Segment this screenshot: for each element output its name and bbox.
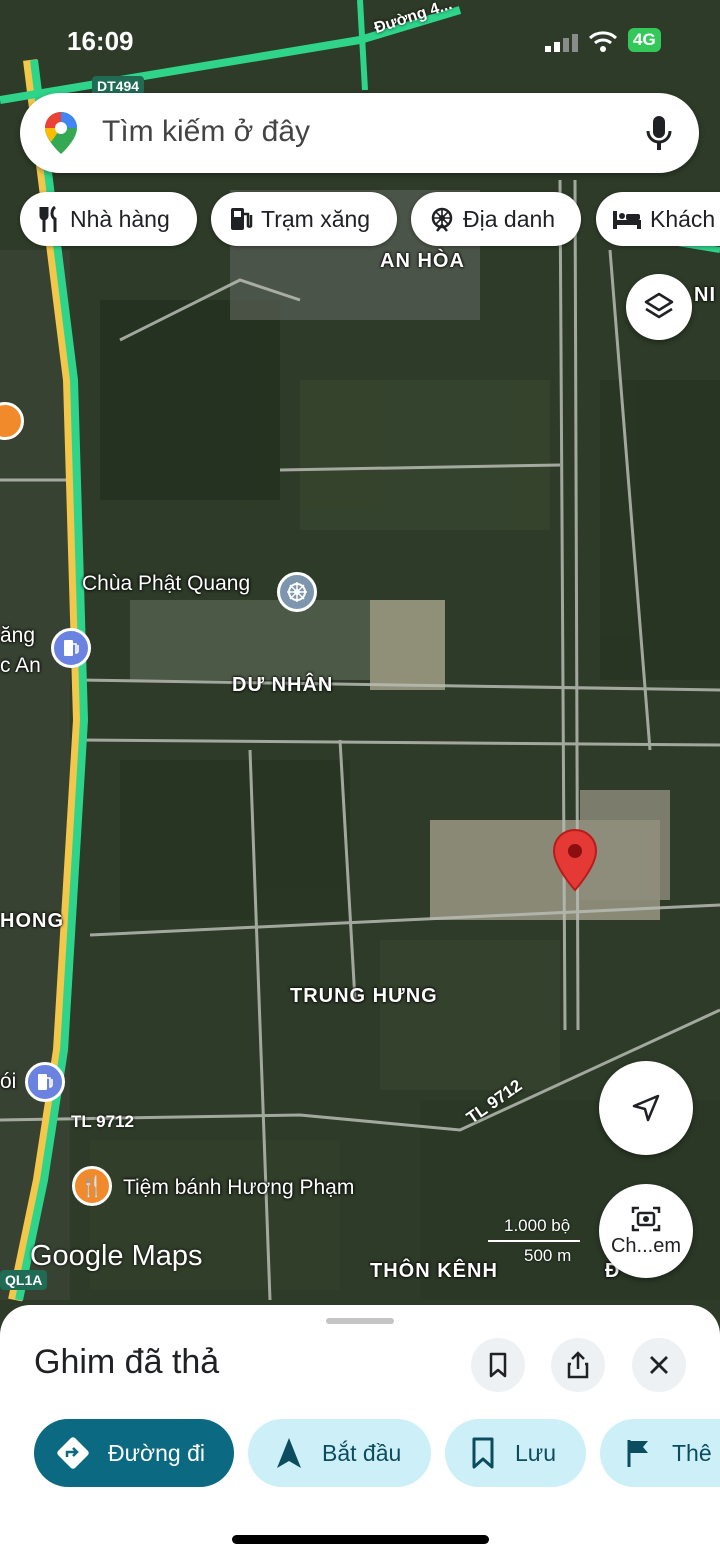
- google-maps-pin-icon: [45, 112, 77, 154]
- place-ni: NI: [694, 284, 716, 306]
- chip-landmarks-label: Địa danh: [463, 205, 556, 232]
- search-bar[interactable]: Tìm kiếm ở đây: [20, 93, 699, 173]
- camera-lens-icon: [631, 1206, 661, 1231]
- sheet-title: Ghim đã thả: [34, 1343, 220, 1381]
- place-trung-hung: TRUNG HƯNG: [290, 985, 438, 1007]
- bookmark-icon: [472, 1437, 494, 1469]
- layers-button[interactable]: [626, 274, 692, 340]
- restaurant-marker-icon[interactable]: 🍴: [72, 1166, 112, 1206]
- microphone-icon[interactable]: [646, 115, 672, 151]
- google-maps-watermark: Google Maps: [30, 1240, 203, 1272]
- navigation-arrow-icon: [277, 1438, 301, 1468]
- wifi-icon: [588, 31, 618, 52]
- place-partial-c-an: c An: [0, 654, 41, 677]
- home-indicator: [232, 1535, 489, 1544]
- gas-pump-icon-2[interactable]: [25, 1062, 65, 1102]
- scale-bar: [488, 1240, 580, 1242]
- camera-search-label: Ch...em: [610, 1234, 682, 1257]
- place-hong: HONG: [0, 910, 64, 932]
- chip-restaurants-label: Nhà hàng: [70, 205, 170, 232]
- landmark-icon: [431, 207, 453, 232]
- drag-handle[interactable]: [326, 1318, 394, 1324]
- bed-icon: [613, 211, 641, 229]
- place-partial-ang: ăng: [0, 624, 36, 647]
- dharma-wheel-icon[interactable]: [277, 572, 317, 612]
- bookmark-icon: [489, 1352, 507, 1378]
- gas-pump-icon[interactable]: [51, 628, 91, 668]
- road-badge-tl9712: TL 9712: [71, 1112, 135, 1131]
- status-time: 16:09: [67, 26, 134, 56]
- navigation-arrow-icon: [632, 1094, 660, 1122]
- save-icon-button[interactable]: [471, 1338, 525, 1392]
- layers-icon: [644, 292, 674, 319]
- poi-tiem-banh-label[interactable]: Tiệm bánh Hương Phạm: [123, 1176, 354, 1200]
- share-icon: [567, 1351, 589, 1379]
- cellular-signal-icon: [545, 34, 578, 52]
- more-button[interactable]: Thê: [600, 1419, 720, 1487]
- scale-feet: 1.000 bộ: [504, 1216, 571, 1235]
- start-button[interactable]: Bắt đầu: [248, 1419, 431, 1487]
- fork-knife-icon: [39, 206, 57, 232]
- dropped-pin-icon[interactable]: [552, 828, 598, 892]
- my-location-button[interactable]: [599, 1061, 693, 1155]
- save-label: Lưu: [515, 1439, 556, 1466]
- chip-gas-stations-label: Trạm xăng: [261, 205, 371, 232]
- chip-hotels-label: Khách: [650, 205, 716, 232]
- chip-gas-stations[interactable]: Trạm xăng: [211, 192, 397, 246]
- save-button[interactable]: Lưu: [445, 1419, 586, 1487]
- start-label: Bắt đầu: [322, 1439, 402, 1466]
- place-du-nhan: DƯ NHÂN: [232, 674, 334, 696]
- gas-station-icon: [231, 208, 253, 230]
- place-partial-oi: ói: [0, 1070, 17, 1093]
- scale-meters: 500 m: [524, 1246, 572, 1265]
- place-thon-kenh: THÔN KÊNH: [370, 1260, 498, 1282]
- search-input[interactable]: Tìm kiếm ở đây: [102, 115, 310, 149]
- directions-label: Đường đi: [108, 1439, 205, 1466]
- status-bar: 16:09 4G: [0, 22, 720, 62]
- directions-icon: [57, 1437, 89, 1469]
- poi-chua-phat-quang-label: Chùa Phật Quang: [82, 572, 251, 595]
- chip-hotels[interactable]: Khách: [596, 192, 720, 246]
- chip-restaurants[interactable]: Nhà hàng: [20, 192, 197, 246]
- more-label: Thê: [672, 1439, 712, 1466]
- chip-landmarks[interactable]: Địa danh: [411, 192, 581, 246]
- poi-chua-phat-quang[interactable]: Chùa Phật Quang: [82, 572, 250, 596]
- directions-button[interactable]: Đường đi: [34, 1419, 234, 1487]
- camera-search-button[interactable]: Ch...em: [599, 1184, 693, 1278]
- road-badge-ql1a: QL1A: [0, 1270, 48, 1290]
- share-button[interactable]: [551, 1338, 605, 1392]
- flag-icon: [627, 1440, 648, 1467]
- bottom-sheet: Ghim đã thả Đường đi Bắt đầu Lưu Thê: [0, 1305, 720, 1557]
- close-button[interactable]: [632, 1338, 686, 1392]
- close-icon: [650, 1356, 668, 1374]
- network-badge: 4G: [628, 28, 661, 52]
- place-an-hoa: AN HÒA: [380, 250, 465, 272]
